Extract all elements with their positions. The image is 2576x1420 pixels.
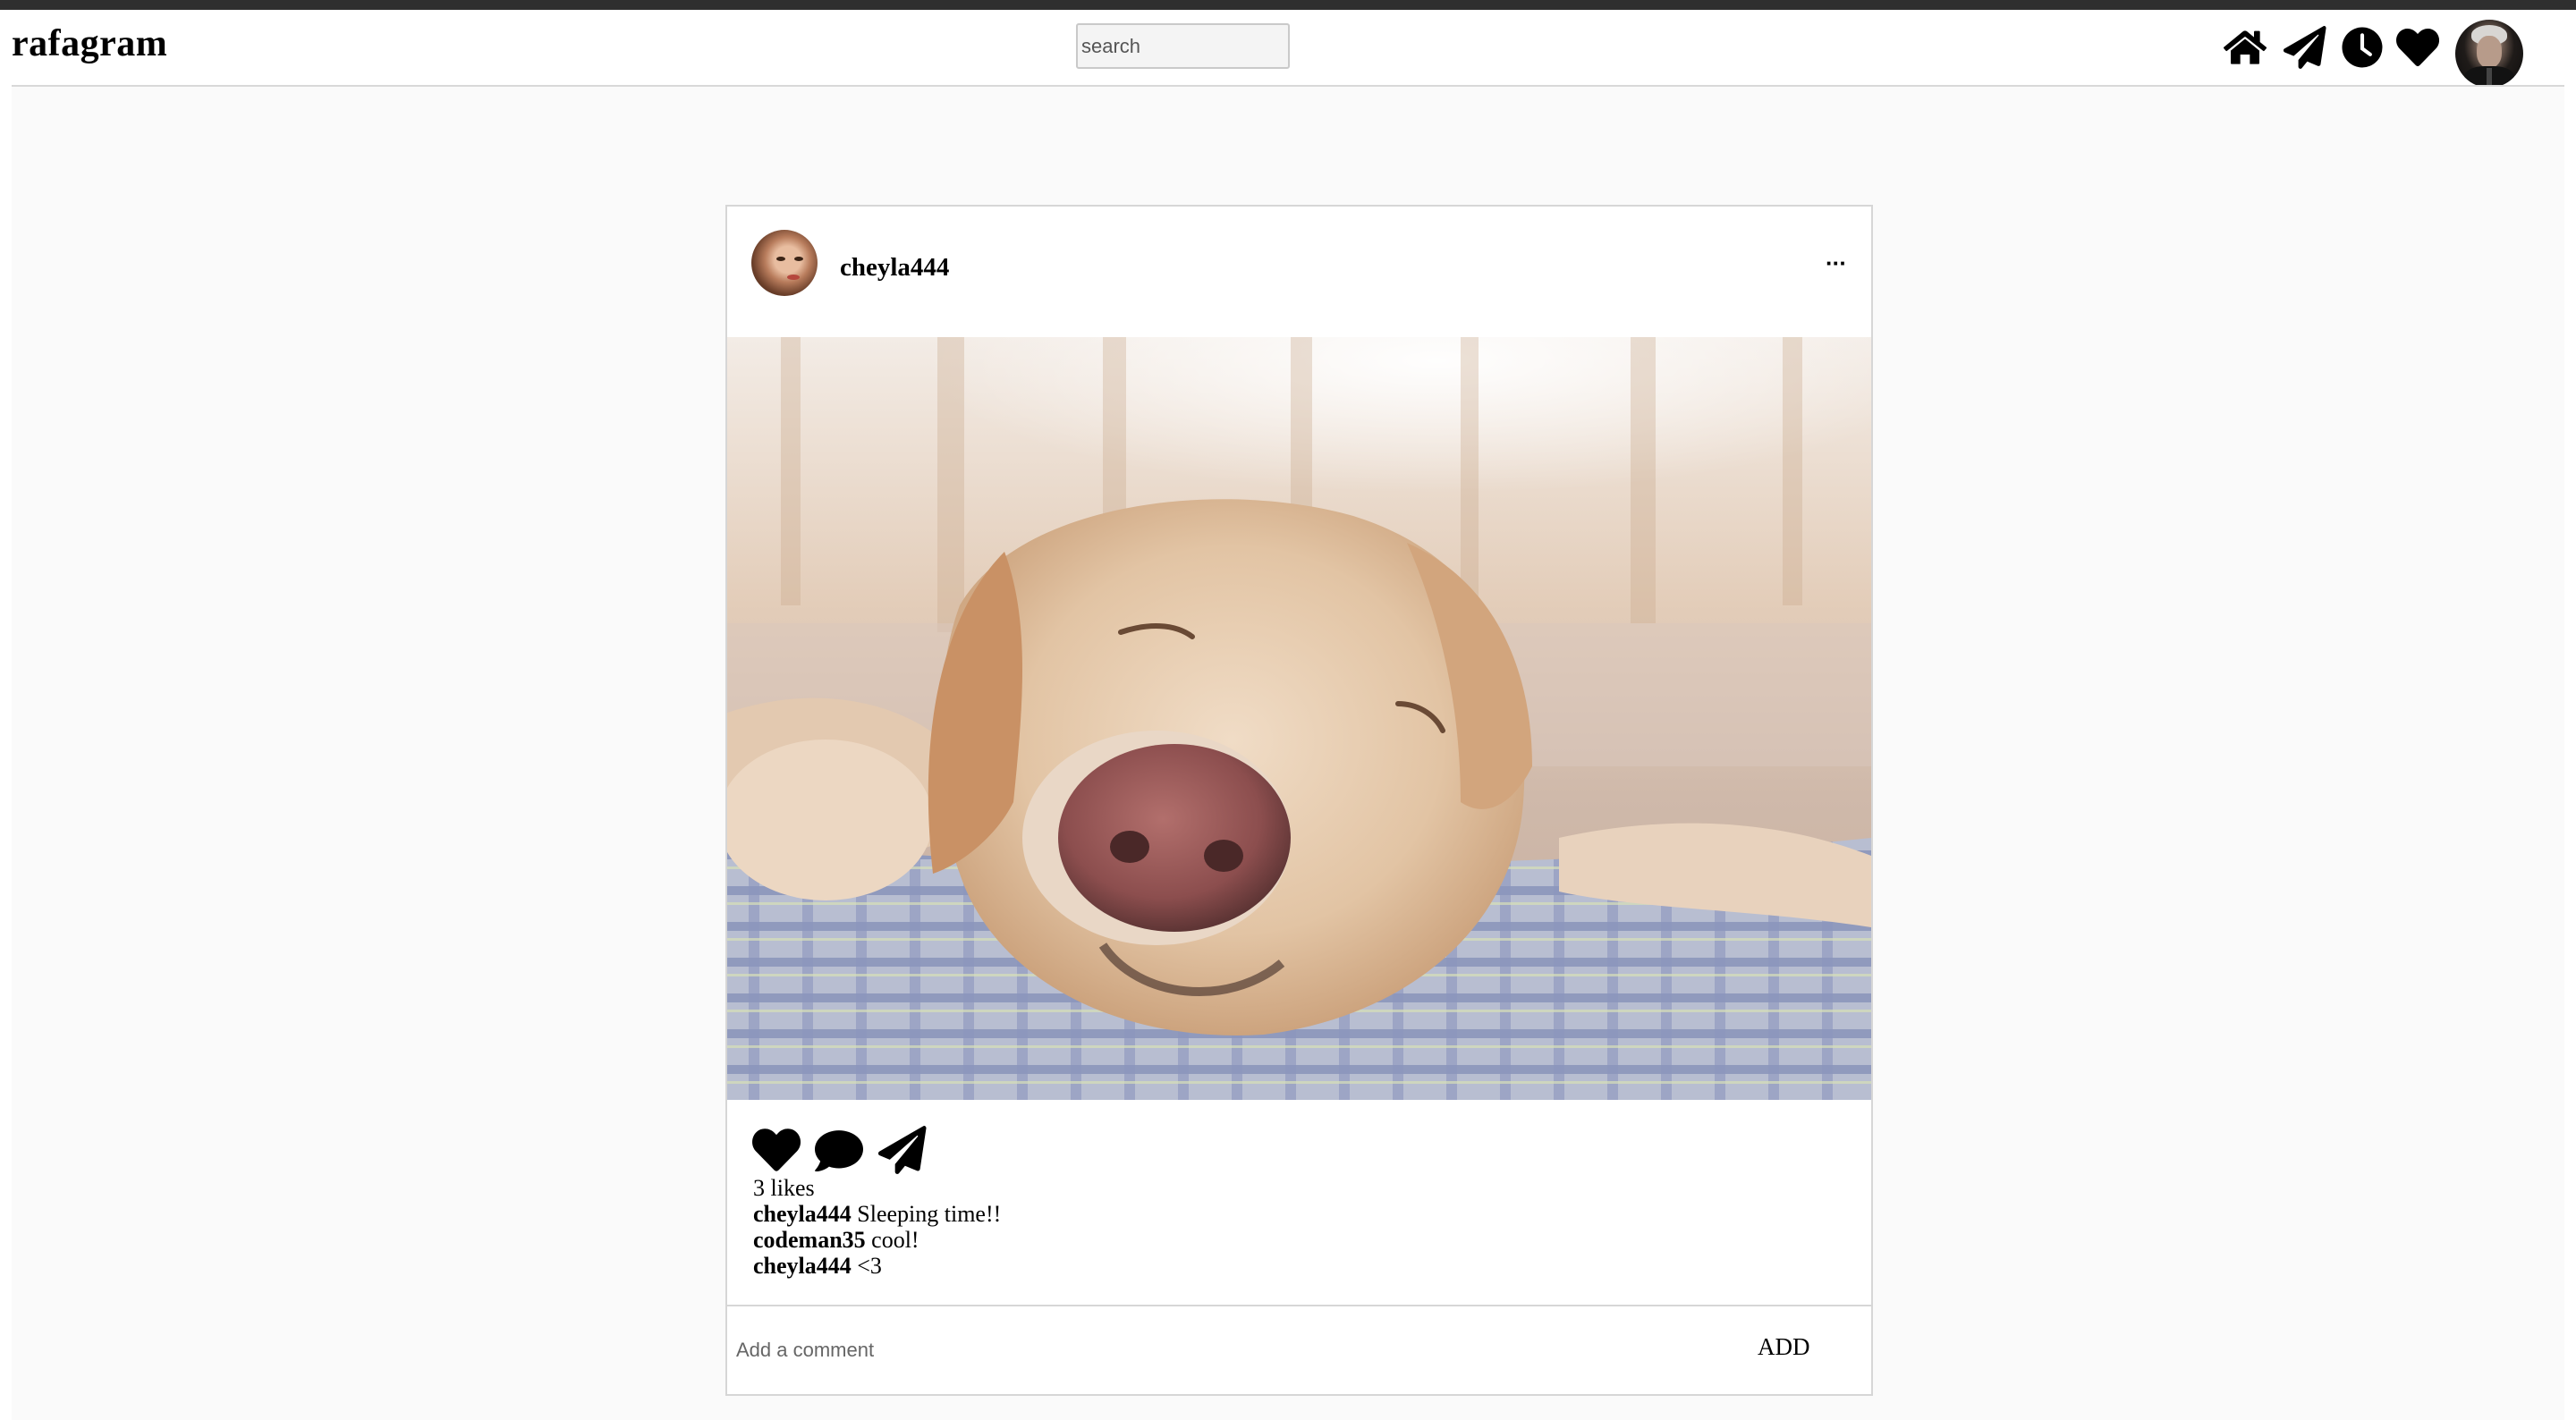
post-photo[interactable] (727, 337, 1871, 1100)
brand-logo[interactable]: rafagram (12, 22, 167, 65)
add-comment-button[interactable]: ADD (1758, 1333, 1810, 1361)
post-header: cheyla444 ··· (727, 207, 1871, 337)
window-top-strip (0, 0, 2576, 10)
more-options-button[interactable]: ··· (1826, 249, 1847, 277)
paper-plane-icon[interactable] (2282, 24, 2328, 71)
add-comment-form: ADD (727, 1305, 1871, 1394)
like-icon[interactable] (751, 1126, 801, 1174)
clock-icon[interactable] (2339, 24, 2385, 71)
comment-row: cheyla444 Sleeping time!! (753, 1201, 1001, 1227)
likes-count: 3 likes (753, 1175, 815, 1201)
comment-username[interactable]: cheyla444 (753, 1253, 852, 1279)
comment-text: Sleeping time!! (857, 1201, 1002, 1227)
profile-avatar[interactable] (2455, 20, 2523, 88)
home-icon[interactable] (2222, 24, 2268, 71)
post-photo-image (727, 337, 1871, 1100)
comment-row: cheyla444 <3 (753, 1253, 1001, 1279)
comment-text: <3 (857, 1253, 882, 1279)
feed: cheyla444 ··· 3 likes cheyla444 Sleeping… (12, 87, 2564, 1420)
author-username[interactable]: cheyla444 (840, 253, 949, 283)
post-card: cheyla444 ··· 3 likes cheyla444 Sleeping… (725, 205, 1873, 1396)
share-icon[interactable] (877, 1126, 928, 1174)
comment-text: cool! (871, 1227, 919, 1253)
comment-input[interactable] (736, 1326, 1631, 1374)
comment-icon[interactable] (814, 1126, 864, 1174)
author-avatar[interactable] (751, 230, 818, 296)
comment-row: codeman35 cool! (753, 1227, 1001, 1253)
comment-username[interactable]: cheyla444 (753, 1201, 852, 1227)
top-navigation: rafagram (0, 10, 2576, 88)
heart-icon[interactable] (2394, 24, 2441, 71)
search-input[interactable] (1076, 23, 1290, 69)
comment-list: cheyla444 Sleeping time!! codeman35 cool… (753, 1201, 1001, 1279)
comment-username[interactable]: codeman35 (753, 1227, 866, 1253)
